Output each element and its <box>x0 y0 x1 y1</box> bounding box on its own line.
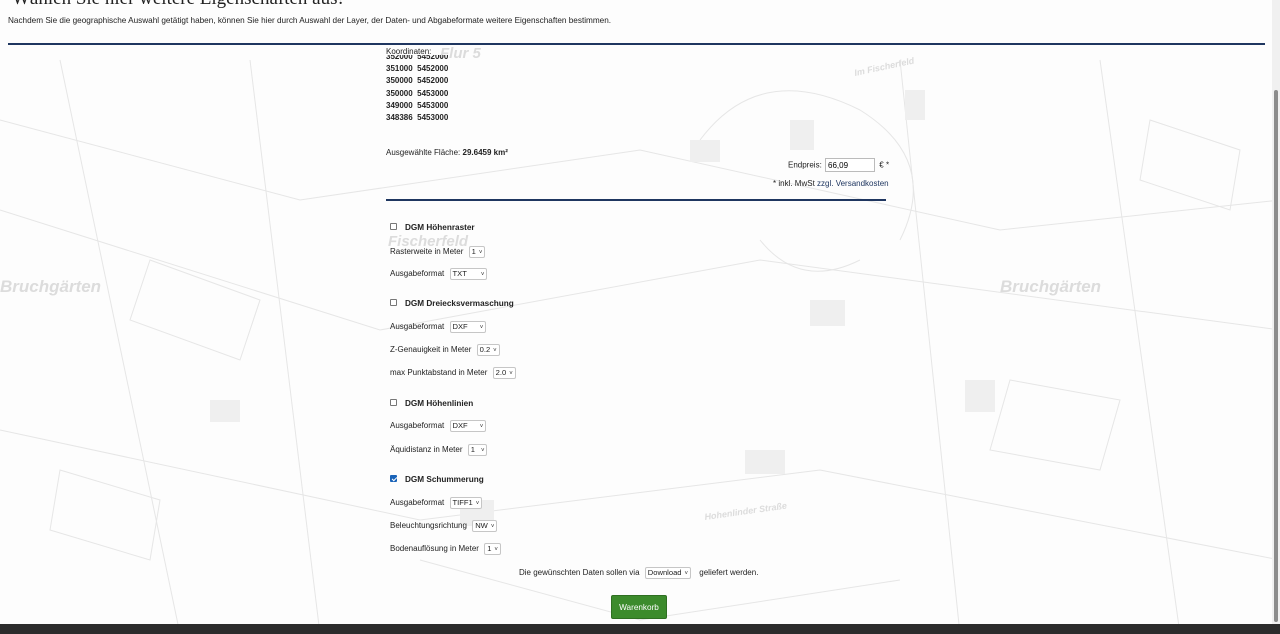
select-value: 2.0 <box>495 367 507 377</box>
window-scroll-thumb[interactable] <box>1274 90 1278 622</box>
price-currency: € * <box>879 160 890 170</box>
add-to-cart-button[interactable]: Warenkorb <box>611 595 667 619</box>
select-value: 1 <box>471 246 476 256</box>
ausgabeformat-select[interactable]: TIFF1 ˅ <box>449 496 483 509</box>
delivery-suffix: geliefert werden. <box>699 568 759 577</box>
select-value: DXF <box>452 420 468 430</box>
option-beleuchtungsrichtung: Beleuchtungsrichtung NW ˅ <box>390 519 498 533</box>
option-label: Ausgabeformat <box>390 498 445 507</box>
ausgabeformat-select[interactable]: TXT ˅ <box>449 267 488 280</box>
product-title-label: DGM Höhenlinien <box>405 399 474 408</box>
option-label: Z-Genauigkeit in Meter <box>390 345 472 354</box>
chevron-down-icon: ˅ <box>479 324 484 331</box>
product-title[interactable]: DGM Dreiecksvermaschung <box>390 298 790 310</box>
select-value: 1 <box>470 444 475 454</box>
selected-area-value: 29.6459 km² <box>462 148 508 157</box>
chevron-down-icon: ˅ <box>478 249 483 256</box>
option-label: Ausgabeformat <box>390 322 445 331</box>
coordinates-list-box[interactable]: 352000 5452000 351000 5452000 350000 545… <box>386 55 518 125</box>
chevron-down-icon: ˅ <box>493 347 497 354</box>
shipping-costs-link[interactable]: zzgl. Versandkosten <box>817 179 889 188</box>
option-bodenaufloesung: Bodenauflösung in Meter 1 ˅ <box>390 542 501 556</box>
option-ausgabeformat: Ausgabeformat TIFF1 ˅ <box>390 496 483 510</box>
product-title[interactable]: DGM Höhenlinien <box>390 398 790 410</box>
delivery-row: Die gewünschten Daten sollen via Downloa… <box>519 566 758 580</box>
select-value: Download <box>647 567 682 577</box>
product-hoehenlinien: DGM Höhenlinien Ausgabeformat DXF ˅ Äquid… <box>390 398 790 456</box>
select-value: DXF <box>452 321 468 331</box>
punktabstand-select[interactable]: 2.0 ˅ <box>492 366 516 379</box>
option-ausgabeformat: Ausgabeformat TXT ˅ <box>390 267 488 281</box>
selected-area-label: Ausgewählte Fläche: <box>386 148 461 157</box>
page-title: Wählen Sie hier weitere Eigenschaften au… <box>12 0 344 10</box>
product-title-label: DGM Höhenraster <box>405 223 475 232</box>
option-label: Rasterweite in Meter <box>390 247 464 256</box>
select-value: 1 <box>487 543 492 553</box>
coordinate-item: 352000 5452000 <box>386 55 449 61</box>
product-checkbox[interactable] <box>390 299 397 307</box>
coordinates-list: 352000 5452000 351000 5452000 350000 545… <box>386 55 448 124</box>
vat-note: * inkl. MwSt zzgl. Versandkosten <box>773 179 889 188</box>
option-punktabstand: max Punktabstand in Meter 2.0 ˅ <box>390 366 516 380</box>
product-checkbox[interactable] <box>390 399 397 407</box>
bodenaufloesung-select[interactable]: 1 ˅ <box>484 542 501 555</box>
option-rasterweite: Rasterweite in Meter 1 ˅ <box>390 245 486 259</box>
beleuchtungsrichtung-select[interactable]: NW ˅ <box>472 519 498 532</box>
coordinate-item: 348386 5453000 <box>386 112 449 122</box>
coordinate-item: 351000 5452000 <box>386 64 449 74</box>
product-title[interactable]: DGM Schummerung <box>390 474 790 486</box>
option-z-genauigkeit: Z-Genauigkeit in Meter 0.2 ˅ <box>390 343 500 357</box>
chevron-down-icon: ˅ <box>480 271 485 278</box>
section-divider <box>386 199 886 201</box>
product-title-label: DGM Schummerung <box>405 475 484 484</box>
product-title[interactable]: DGM Höhenraster <box>390 222 790 234</box>
select-value: TXT <box>452 268 467 278</box>
option-label: Bodenauflösung in Meter <box>390 544 479 553</box>
ausgabeformat-select[interactable]: DXF ˅ <box>449 419 487 432</box>
option-label: Ausgabeformat <box>390 421 445 430</box>
chevron-down-icon: ˅ <box>480 447 485 454</box>
select-value: TIFF1 <box>452 497 473 507</box>
chevron-down-icon: ˅ <box>494 546 498 553</box>
option-ausgabeformat: Ausgabeformat DXF ˅ <box>390 419 487 433</box>
product-schummerung: DGM Schummerung Ausgabeformat TIFF1 ˅ Bel… <box>390 474 790 555</box>
price-field[interactable] <box>825 158 876 172</box>
coordinate-item: 349000 5453000 <box>386 100 449 110</box>
option-label: Ausgabeformat <box>390 269 445 278</box>
delivery-prefix: Die gewünschten Daten sollen via <box>519 568 640 577</box>
select-value: NW <box>475 520 488 530</box>
option-label: Beleuchtungsrichtung <box>390 521 467 530</box>
selected-area: Ausgewählte Fläche: 29.6459 km² <box>386 148 508 157</box>
option-label: max Punktabstand in Meter <box>390 368 488 377</box>
option-ausgabeformat: Ausgabeformat DXF ˅ <box>390 320 487 334</box>
chevron-down-icon: ˅ <box>475 500 480 507</box>
chevron-down-icon: ˅ <box>684 570 689 577</box>
vat-note-text: * inkl. MwSt <box>773 179 815 188</box>
product-title-label: DGM Dreiecksvermaschung <box>405 299 514 308</box>
header-divider <box>8 43 1265 45</box>
delivery-method-select[interactable]: Download ˅ <box>644 566 692 579</box>
coordinate-item: 350000 5453000 <box>386 88 449 98</box>
select-value: 0.2 <box>479 344 491 354</box>
rasterweite-select[interactable]: 1 ˅ <box>468 245 486 258</box>
bottom-bar <box>0 624 1280 634</box>
option-label: Äquidistanz in Meter <box>390 445 463 454</box>
window-scrollbar[interactable] <box>1272 0 1280 624</box>
chevron-down-icon: ˅ <box>509 370 513 377</box>
product-checkbox-checked[interactable] <box>390 475 397 483</box>
product-checkbox[interactable] <box>390 223 397 231</box>
option-aequidistanz: Äquidistanz in Meter 1 ˅ <box>390 443 488 457</box>
intro-text: Nachdem Sie die geographische Auswahl ge… <box>8 16 612 25</box>
coordinate-item: 350000 5452000 <box>386 76 449 86</box>
product-dreiecksvermaschung: DGM Dreiecksvermaschung Ausgabeformat DX… <box>390 298 790 379</box>
price-row: Endpreis: € * <box>788 158 889 172</box>
z-genauigkeit-select[interactable]: 0.2 ˅ <box>476 343 500 356</box>
price-label: Endpreis: <box>788 160 822 170</box>
ausgabeformat-select[interactable]: DXF ˅ <box>449 320 487 333</box>
aequidistanz-select[interactable]: 1 ˅ <box>467 443 488 456</box>
chevron-down-icon: ˅ <box>479 423 484 430</box>
chevron-down-icon: ˅ <box>490 523 495 530</box>
product-hoehenraster: DGM Höhenraster Rasterweite in Meter 1 ˅ … <box>390 222 790 280</box>
